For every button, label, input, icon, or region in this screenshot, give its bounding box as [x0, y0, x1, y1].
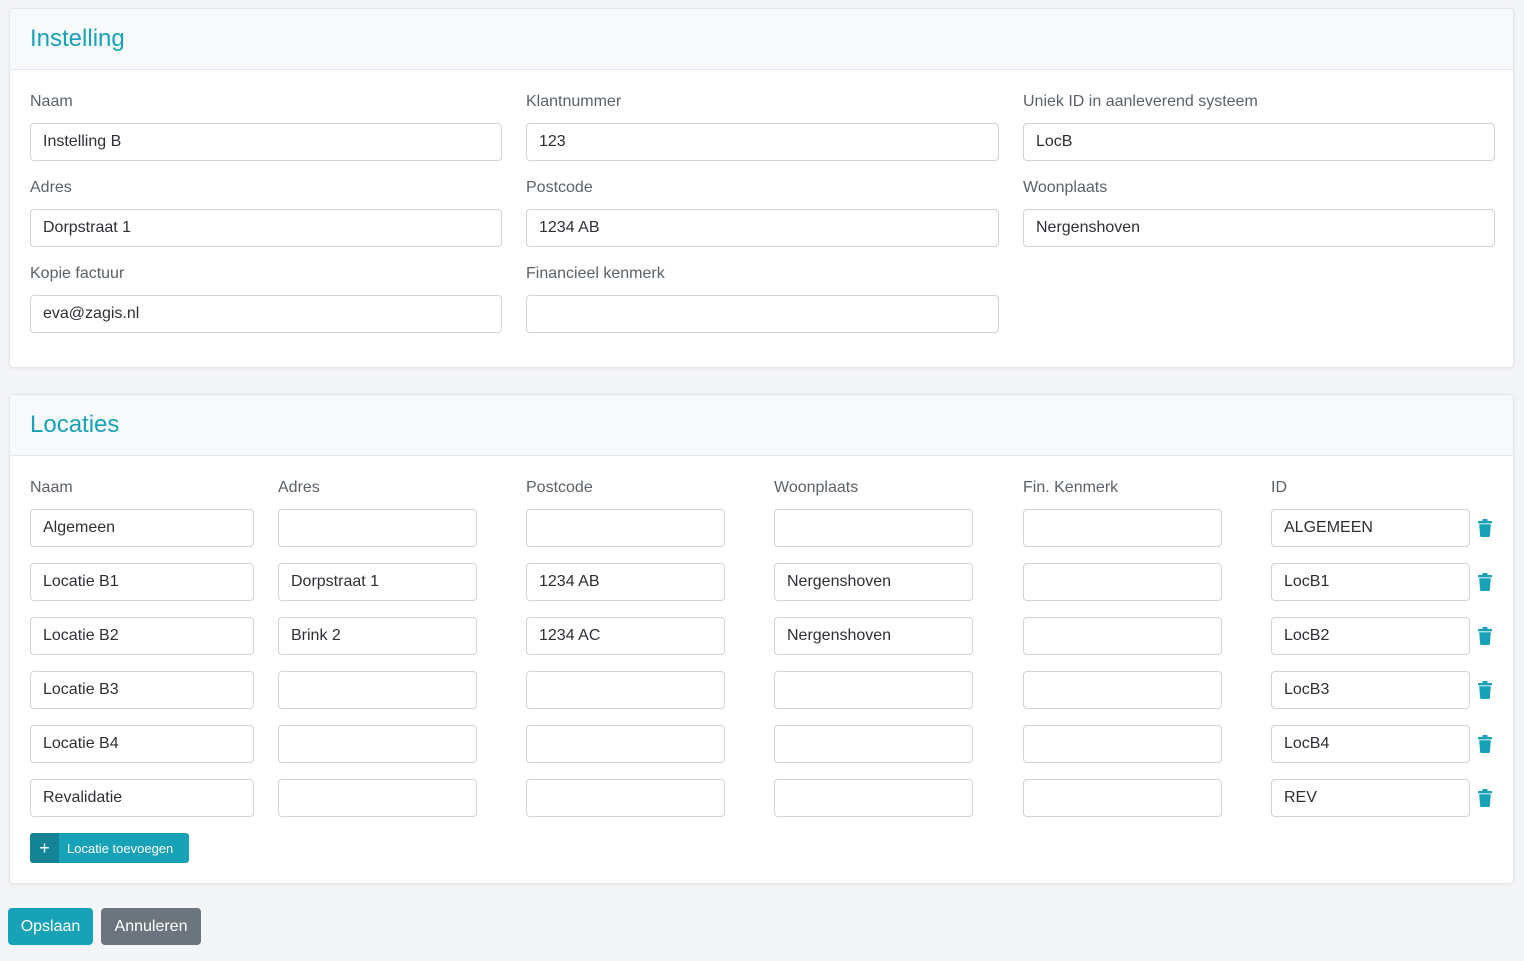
location-fin-kenmerk-input[interactable]: [1023, 725, 1222, 763]
location-woonplaats-input[interactable]: [774, 617, 973, 655]
location-id-input[interactable]: [1271, 725, 1470, 763]
location-naam-input[interactable]: [30, 563, 254, 601]
location-postcode-input[interactable]: [526, 671, 725, 709]
financieel-kenmerk-input[interactable]: [526, 295, 999, 333]
location-woonplaats-input[interactable]: [774, 779, 973, 817]
location-naam-input[interactable]: [30, 725, 254, 763]
location-fin-kenmerk-input[interactable]: [1023, 617, 1222, 655]
location-id-input[interactable]: [1271, 509, 1470, 547]
location-woonplaats-input[interactable]: [774, 671, 973, 709]
location-id-input[interactable]: [1271, 563, 1470, 601]
woonplaats-label: Woonplaats: [1023, 179, 1108, 196]
location-woonplaats-input[interactable]: [774, 725, 973, 763]
location-adres-input[interactable]: [278, 617, 477, 655]
trash-icon[interactable]: [1478, 519, 1492, 537]
trash-icon[interactable]: [1478, 573, 1492, 591]
uniek-id-label: Uniek ID in aanleverend systeem: [1023, 93, 1258, 110]
trash-icon[interactable]: [1478, 789, 1492, 807]
locaties-title: Locaties: [30, 411, 120, 438]
postcode-input[interactable]: [526, 209, 999, 247]
adres-input[interactable]: [30, 209, 502, 247]
column-header-naam: Naam: [30, 479, 73, 496]
uniek-id-input[interactable]: [1023, 123, 1495, 161]
location-fin-kenmerk-input[interactable]: [1023, 671, 1222, 709]
column-header-postcode: Postcode: [526, 479, 593, 496]
location-postcode-input[interactable]: [526, 617, 725, 655]
add-location-label: Locatie toevoegen: [67, 840, 174, 856]
instelling-card: Instelling Naam Klantnummer Uniek ID in …: [9, 8, 1514, 368]
locaties-header: Locaties: [10, 395, 1513, 456]
location-adres-input[interactable]: [278, 779, 477, 817]
trash-icon[interactable]: [1478, 681, 1492, 699]
location-woonplaats-input[interactable]: [774, 509, 973, 547]
location-postcode-input[interactable]: [526, 563, 725, 601]
save-button[interactable]: Opslaan: [8, 908, 93, 945]
column-header-fin-kenmerk: Fin. Kenmerk: [1023, 479, 1119, 496]
klantnummer-input[interactable]: [526, 123, 999, 161]
locaties-card: Locaties Naam Adres Postcode Woonplaats …: [9, 394, 1514, 884]
add-location-button[interactable]: + Locatie toevoegen: [30, 833, 189, 863]
klantnummer-label: Klantnummer: [526, 93, 622, 110]
location-adres-input[interactable]: [278, 563, 477, 601]
location-fin-kenmerk-input[interactable]: [1023, 509, 1222, 547]
column-header-adres: Adres: [278, 479, 320, 496]
location-id-input[interactable]: [1271, 617, 1470, 655]
location-fin-kenmerk-input[interactable]: [1023, 563, 1222, 601]
location-postcode-input[interactable]: [526, 725, 725, 763]
kopie-factuur-label: Kopie factuur: [30, 265, 125, 282]
instelling-title: Instelling: [30, 25, 125, 52]
cancel-button[interactable]: Annuleren: [101, 908, 201, 945]
kopie-factuur-input[interactable]: [30, 295, 502, 333]
location-naam-input[interactable]: [30, 617, 254, 655]
adres-label: Adres: [30, 179, 72, 196]
column-header-id: ID: [1271, 479, 1287, 496]
location-postcode-input[interactable]: [526, 779, 725, 817]
location-adres-input[interactable]: [278, 509, 477, 547]
plus-icon: +: [30, 833, 59, 863]
location-adres-input[interactable]: [278, 725, 477, 763]
woonplaats-input[interactable]: [1023, 209, 1495, 247]
naam-input[interactable]: [30, 123, 502, 161]
postcode-label: Postcode: [526, 179, 593, 196]
location-naam-input[interactable]: [30, 509, 254, 547]
column-header-woonplaats: Woonplaats: [774, 479, 859, 496]
financieel-kenmerk-label: Financieel kenmerk: [526, 265, 665, 282]
trash-icon[interactable]: [1478, 627, 1492, 645]
trash-icon[interactable]: [1478, 735, 1492, 753]
location-naam-input[interactable]: [30, 779, 254, 817]
location-woonplaats-input[interactable]: [774, 563, 973, 601]
location-postcode-input[interactable]: [526, 509, 725, 547]
location-fin-kenmerk-input[interactable]: [1023, 779, 1222, 817]
naam-label: Naam: [30, 93, 73, 110]
location-id-input[interactable]: [1271, 671, 1470, 709]
location-naam-input[interactable]: [30, 671, 254, 709]
location-adres-input[interactable]: [278, 671, 477, 709]
instelling-header: Instelling: [10, 9, 1513, 70]
location-id-input[interactable]: [1271, 779, 1470, 817]
